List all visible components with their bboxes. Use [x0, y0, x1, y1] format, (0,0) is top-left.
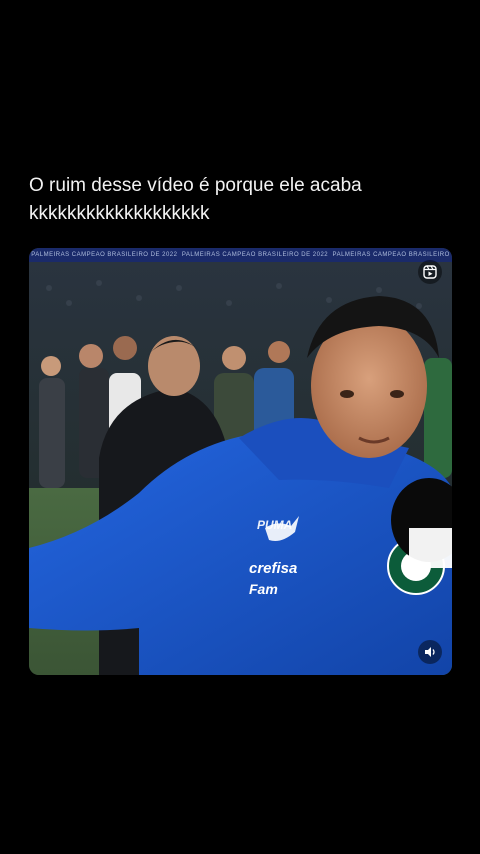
speaker-icon[interactable]: [418, 640, 442, 664]
caption-line-1: O ruim desse vídeo é porque ele acaba: [29, 175, 362, 196]
video-frame: [29, 248, 452, 675]
scoreboard-text-left: PALMEIRAS CAMPEÃO BRASILEIRO DE 2022: [31, 252, 178, 258]
sponsor-label-1: crefisa: [249, 560, 298, 577]
scoreboard-ticker: PALMEIRAS CAMPEÃO BRASILEIRO DE 2022 PAL…: [29, 252, 452, 258]
scoreboard-text-mid: PALMEIRAS CAMPEÃO BRASILEIRO DE 2022: [181, 252, 329, 258]
jacket-brand-label: PUMA: [257, 518, 293, 532]
post-page: O ruim desse vídeo é porque ele acaba kk…: [0, 0, 480, 854]
video-player[interactable]: PALMEIRAS CAMPEÃO BRASILEIRO DE 2022 PAL…: [29, 248, 452, 675]
reels-icon[interactable]: [418, 260, 442, 284]
post-caption: O ruim desse vídeo é porque ele acaba kk…: [29, 172, 449, 228]
caption-line-2: kkkkkkkkkkkkkkkkkkk: [29, 203, 210, 224]
scoreboard-text-right: PALMEIRAS CAMPEÃO BRASILEIRO: [332, 252, 450, 258]
sponsor-label-2: Fam: [249, 581, 278, 597]
